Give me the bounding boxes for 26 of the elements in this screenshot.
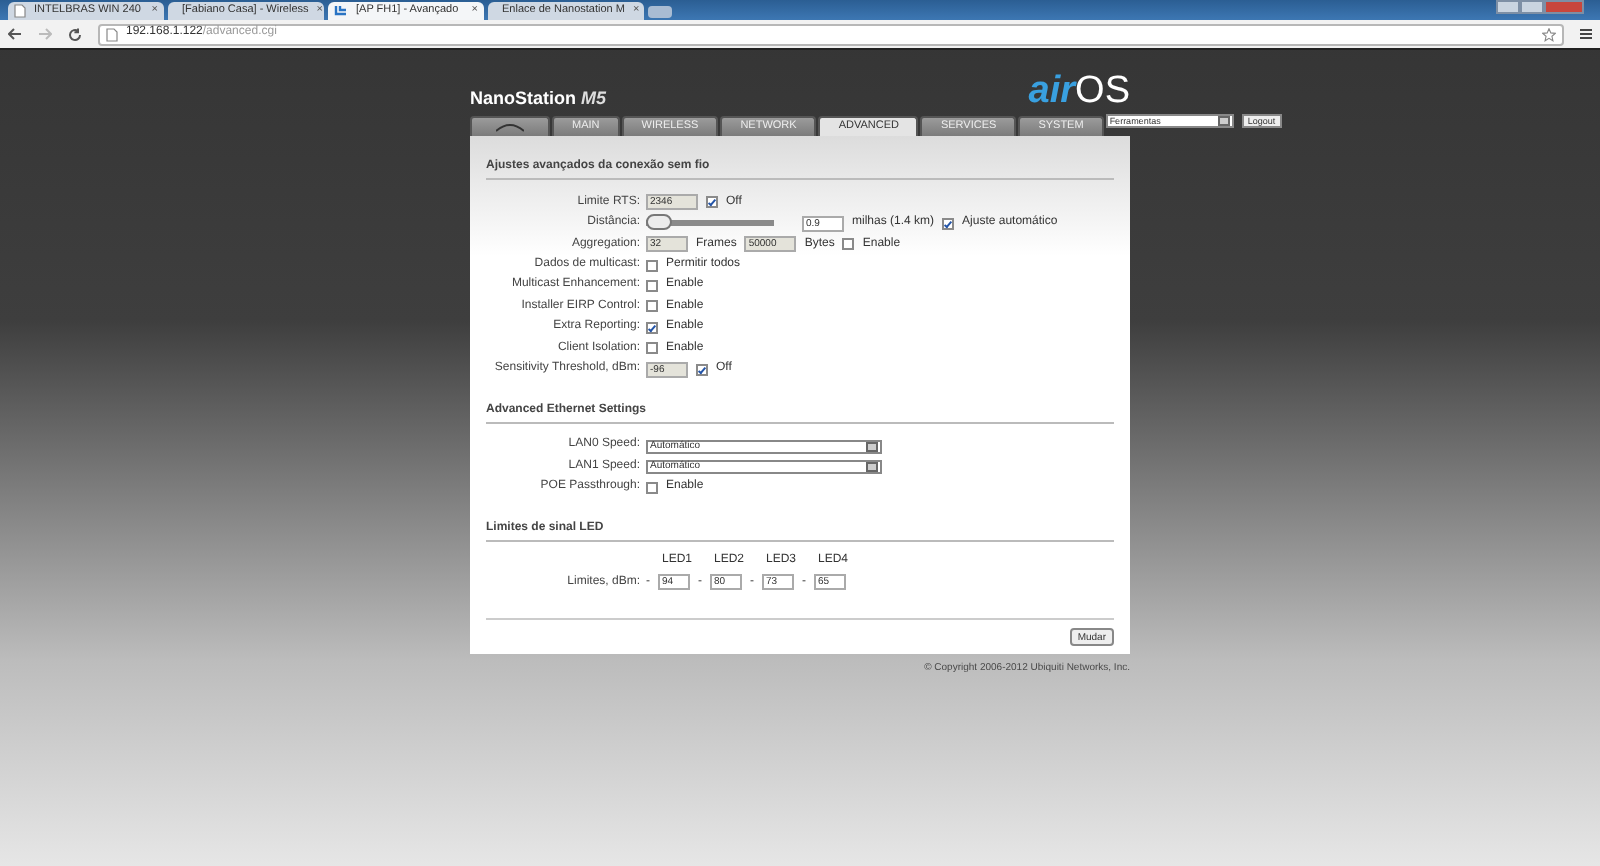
product-name: NanoStation M5 bbox=[470, 88, 607, 110]
checkbox[interactable] bbox=[646, 321, 658, 334]
minimize-button[interactable] bbox=[1496, 0, 1520, 14]
checkbox[interactable] bbox=[646, 481, 658, 494]
back-icon bbox=[8, 28, 22, 40]
page-icon bbox=[14, 4, 26, 18]
nav-tab[interactable] bbox=[470, 116, 550, 136]
new-tab-button[interactable] bbox=[648, 6, 672, 18]
checkbox[interactable] bbox=[696, 363, 708, 375]
checkbox[interactable] bbox=[706, 196, 718, 209]
maximize-button[interactable] bbox=[1520, 0, 1544, 14]
tab-logo-icon bbox=[334, 4, 348, 18]
forward-icon bbox=[38, 28, 52, 40]
checkbox[interactable] bbox=[842, 238, 855, 251]
reload-icon bbox=[68, 27, 82, 41]
checkbox[interactable] bbox=[646, 300, 658, 313]
checkbox[interactable] bbox=[942, 217, 955, 230]
checkbox[interactable] bbox=[646, 279, 658, 292]
checkbox[interactable] bbox=[646, 259, 658, 272]
checkbox[interactable] bbox=[646, 342, 658, 355]
menu-icon bbox=[1580, 28, 1592, 40]
dropdown-icon bbox=[1217, 116, 1230, 126]
page-icon bbox=[106, 27, 118, 41]
star-icon bbox=[1542, 27, 1556, 41]
airos-logo: airOS bbox=[1028, 72, 1130, 110]
slider-thumb[interactable] bbox=[646, 214, 672, 231]
